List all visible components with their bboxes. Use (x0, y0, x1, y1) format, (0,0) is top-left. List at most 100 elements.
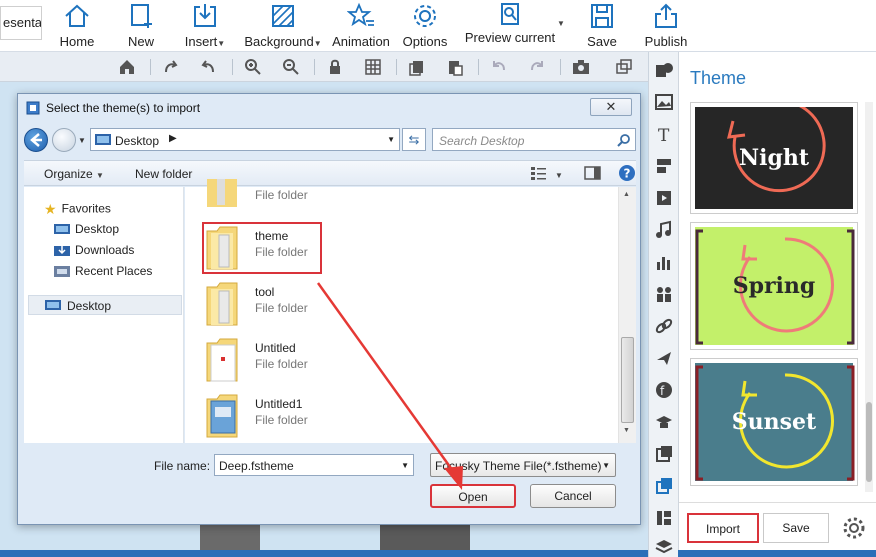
window-icon[interactable] (614, 57, 634, 77)
back-button[interactable] (24, 128, 48, 152)
layout-icon[interactable] (654, 156, 674, 176)
file-type-filter-value: Focusky Theme File(*.fstheme) (435, 459, 602, 473)
theme-preview: Night (695, 107, 853, 209)
theme-pages-icon[interactable] (654, 476, 674, 496)
refresh-button[interactable]: ⇆ (402, 128, 426, 151)
address-bar[interactable]: Desktop ▶ ▼ (90, 128, 400, 151)
gallery-icon[interactable] (654, 444, 674, 464)
chart-icon[interactable] (654, 252, 674, 272)
image-icon[interactable] (654, 92, 674, 112)
file-type: File folder (255, 413, 308, 427)
preview-current-button[interactable]: Preview current (462, 0, 558, 52)
view-options-button[interactable] (530, 165, 548, 184)
people-icon[interactable] (654, 284, 674, 304)
theme-name: Spring (732, 273, 816, 299)
import-button[interactable]: Import (687, 513, 759, 543)
list-item-untitled1[interactable]: Untitled1 File folder (205, 391, 445, 445)
preview-current-label: Preview current (464, 30, 556, 45)
preview-pane-button[interactable] (584, 165, 602, 184)
insert-button[interactable]: Insert▼ (182, 0, 228, 52)
chevron-down-icon: ▼ (96, 171, 104, 180)
theme-card-sunset[interactable]: Sunset (690, 358, 858, 486)
forward-button[interactable] (52, 128, 76, 152)
organize-menu[interactable]: Organize ▼ (44, 167, 104, 181)
chevron-down-icon[interactable]: ▼ (387, 135, 395, 144)
camera-icon[interactable] (571, 57, 591, 77)
help-button[interactable]: ? (618, 164, 636, 185)
file-name-value: Deep.fstheme (219, 459, 294, 473)
file-list-scrollbar[interactable]: ▲ ▼ (618, 187, 636, 443)
animation-button[interactable]: Animation (330, 0, 392, 52)
video-icon[interactable] (654, 188, 674, 208)
desktop-icon (45, 300, 61, 310)
nav-item-desktop[interactable]: Desktop (54, 222, 119, 236)
chevron-up-icon[interactable]: ▲ (623, 191, 630, 198)
nav-item-desktop-selected[interactable]: Desktop (28, 295, 182, 315)
grid-icon[interactable] (363, 57, 383, 77)
plane-icon[interactable] (654, 348, 674, 368)
new-folder-button[interactable]: New folder (135, 167, 192, 181)
dialog-titlebar[interactable]: Select the theme(s) to import ✕ (18, 94, 640, 122)
theme-name: Sunset (731, 409, 817, 435)
background-button[interactable]: Background▼ (244, 0, 322, 52)
document-tab[interactable]: esenta (0, 6, 42, 40)
open-button[interactable]: Open (430, 484, 516, 508)
undo-icon[interactable] (489, 57, 509, 77)
nav-item-downloads[interactable]: Downloads (54, 243, 134, 257)
layout-panel-icon[interactable] (654, 508, 674, 528)
theme-card-spring[interactable]: Spring (690, 222, 858, 350)
lock-icon[interactable] (325, 57, 345, 77)
link-icon[interactable] (654, 316, 674, 336)
editor-toolbar (0, 52, 648, 82)
preview-dropdown-button[interactable]: ▼ (555, 14, 567, 28)
paste-icon[interactable] (445, 57, 465, 77)
help-icon: ? (619, 165, 635, 181)
nav-favorites[interactable]: ★ Favorites (44, 201, 111, 218)
desktop-icon (54, 224, 70, 235)
shapes-icon[interactable] (654, 60, 674, 80)
close-button[interactable]: ✕ (590, 98, 632, 116)
history-dropdown[interactable]: ▼ (78, 136, 86, 145)
ribbon: esenta Home New Insert▼ Background▼ Anim… (0, 0, 876, 52)
text-icon[interactable]: T (654, 124, 674, 146)
search-input[interactable]: Search Desktop (432, 128, 636, 151)
theme-settings-button[interactable] (839, 513, 869, 543)
chevron-down-icon[interactable]: ▼ (401, 461, 409, 470)
file-name-input[interactable]: Deep.fstheme ▼ (214, 454, 414, 476)
chevron-down-icon[interactable]: ▼ (623, 427, 630, 434)
redo-rotate-icon[interactable] (161, 57, 181, 77)
options-button[interactable]: Options (400, 0, 450, 52)
list-item-untitled[interactable]: Untitled File folder (205, 335, 445, 389)
desktop-icon (95, 134, 111, 145)
undo-rotate-icon[interactable] (198, 57, 218, 77)
redo-icon[interactable] (527, 57, 547, 77)
zoom-in-icon[interactable] (243, 57, 263, 77)
education-icon[interactable] (654, 412, 674, 432)
list-item-tool[interactable]: tool File folder (205, 279, 445, 333)
scrollbar-thumb[interactable] (621, 337, 634, 423)
save-disk-icon (591, 4, 613, 28)
breadcrumb-arrow-icon[interactable]: ▶ (169, 133, 177, 144)
nav-item-recent-places[interactable]: Recent Places (54, 264, 152, 278)
theme-card-night[interactable]: Night (690, 102, 858, 214)
music-icon[interactable] (654, 220, 674, 240)
chevron-down-icon: ▼ (78, 136, 86, 145)
publish-button[interactable]: Publish (642, 0, 690, 52)
view-dropdown[interactable]: ▼ (555, 167, 563, 181)
theme-scrollbar[interactable] (865, 102, 873, 492)
home-small-icon[interactable] (117, 57, 137, 77)
cancel-button[interactable]: Cancel (530, 484, 616, 508)
copy-icon[interactable] (407, 57, 427, 77)
theme-folder-highlight (202, 222, 322, 274)
save-theme-button[interactable]: Save (763, 513, 829, 543)
chevron-down-icon: ▼ (313, 39, 322, 48)
save-button[interactable]: Save (584, 0, 620, 52)
insert-icon (194, 4, 216, 27)
home-button[interactable]: Home (56, 0, 98, 52)
layers-icon[interactable] (654, 536, 674, 556)
file-type-filter[interactable]: Focusky Theme File(*.fstheme) ▼ (430, 453, 616, 477)
zoom-out-icon[interactable] (281, 57, 301, 77)
scrollbar-thumb[interactable] (866, 402, 872, 482)
new-button[interactable]: New (124, 0, 158, 52)
flash-icon[interactable]: f (654, 380, 674, 400)
